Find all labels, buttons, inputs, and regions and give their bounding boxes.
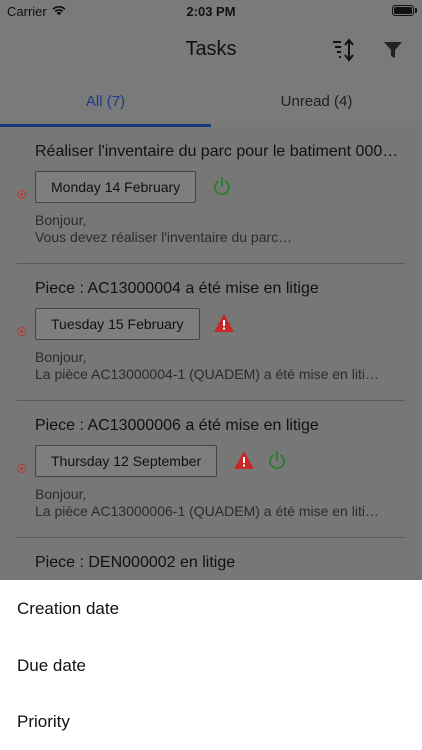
unread-indicator-icon: [17, 327, 26, 336]
task-preview: Bonjour, Vous devez réaliser l'inventair…: [35, 212, 403, 246]
task-preview-line: La pièce AC13000006-1 (QUADEM) a été mis…: [35, 503, 379, 519]
task-item[interactable]: Piece : DEN000002 en litige: [0, 538, 422, 580]
due-date-button[interactable]: Tuesday 15 February: [35, 308, 200, 340]
sort-option-priority[interactable]: Priority: [17, 712, 70, 732]
task-item[interactable]: Piece : AC13000004 a été mise en litige …: [0, 264, 422, 401]
due-date-button[interactable]: Monday 14 February: [35, 171, 197, 203]
status-bar: Carrier 2:03 PM: [0, 0, 422, 22]
battery-tip: [415, 8, 417, 13]
task-title: Piece : AC13000006 a été mise en litige: [35, 417, 319, 434]
task-preview: Bonjour, La pièce AC13000004-1 (QUADEM) …: [35, 349, 403, 383]
power-icon: [269, 451, 285, 470]
sort-option-creation-date[interactable]: Creation date: [17, 599, 119, 619]
task-list[interactable]: Réaliser l'inventaire du parc pour le ba…: [0, 127, 422, 580]
battery-icon: [392, 5, 414, 16]
task-title: Piece : DEN000002 en litige: [35, 554, 236, 571]
sort-options-sheet: Creation date Due date Priority: [0, 580, 422, 750]
navigation-bar: Tasks: [0, 22, 422, 80]
task-item[interactable]: Piece : AC13000006 a été mise en litige …: [0, 401, 422, 538]
task-title: Piece : AC13000004 a été mise en litige: [35, 280, 319, 297]
due-date-button[interactable]: Thursday 12 September: [35, 445, 218, 477]
task-preview-line: Bonjour,: [35, 486, 87, 502]
power-icon: [214, 177, 230, 196]
task-item[interactable]: Réaliser l'inventaire du parc pour le ba…: [0, 127, 422, 264]
unread-indicator-icon: [17, 190, 26, 199]
page-title: Tasks: [185, 38, 237, 60]
sort-option-due-date[interactable]: Due date: [17, 656, 86, 676]
task-preview: Bonjour, La pièce AC13000006-1 (QUADEM) …: [35, 486, 403, 520]
status-time: 2:03 PM: [186, 4, 236, 19]
task-title: Réaliser l'inventaire du parc pour le ba…: [35, 143, 399, 160]
task-preview-line: Bonjour,: [35, 349, 87, 365]
task-preview-line: Vous devez réaliser l'inventaire du parc…: [35, 229, 293, 245]
task-preview-line: Bonjour,: [35, 212, 87, 228]
filter-icon[interactable]: [382, 39, 404, 61]
sort-icon[interactable]: [330, 38, 358, 62]
unread-indicator-icon: [17, 464, 26, 473]
warning-icon: [214, 314, 234, 332]
task-preview-line: La pièce AC13000004-1 (QUADEM) a été mis…: [35, 366, 379, 382]
tab-unread[interactable]: Unread (4): [211, 80, 422, 127]
tab-all[interactable]: All (7): [0, 80, 211, 127]
warning-icon: [234, 451, 254, 469]
tab-bar: All (7) Unread (4): [0, 80, 422, 127]
